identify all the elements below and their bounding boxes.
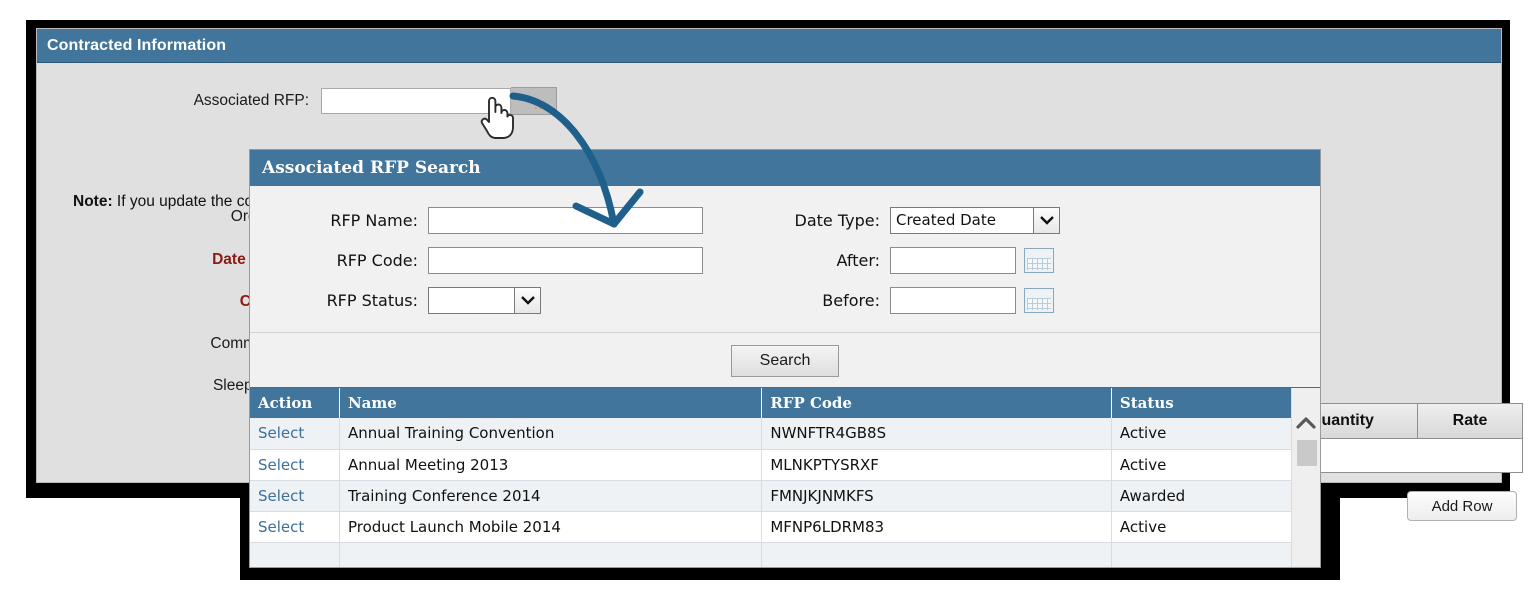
- select-link[interactable]: Select: [250, 480, 340, 512]
- cell-status: [1111, 542, 1320, 567]
- after-date-input[interactable]: [890, 246, 1016, 274]
- search-button-area: Search: [250, 333, 1320, 387]
- add-row-button[interactable]: Add Row: [1407, 491, 1517, 521]
- associated-rfp-search-dialog: Associated RFP Search RFP Name: RFP Code…: [249, 149, 1321, 568]
- before-date-input[interactable]: [890, 286, 1016, 314]
- rfp-status-select[interactable]: [428, 286, 541, 314]
- cell-name: [339, 542, 763, 567]
- rfp-name-label: RFP Name:: [330, 210, 418, 230]
- select-link[interactable]: Select: [250, 449, 340, 481]
- cell-status: Active: [1111, 418, 1320, 450]
- cell-name: Annual Training Convention: [339, 418, 763, 450]
- cell-name: Product Launch Mobile 2014: [339, 511, 763, 543]
- cell-rfp-code: MFNP6LDRM83: [761, 511, 1112, 543]
- rfp-name-row: RFP Name:: [258, 200, 720, 240]
- search-form-right-column: Date Type: Created Date After: Before:: [720, 200, 1320, 320]
- dialog-header: Associated RFP Search: [250, 150, 1320, 186]
- date-type-label: Date Type:: [794, 210, 880, 230]
- select-link[interactable]: Select: [250, 511, 340, 543]
- table-row[interactable]: [250, 542, 1320, 567]
- cell-rfp-code: NWNFTR4GB8S: [761, 418, 1112, 450]
- cell-status: Awarded: [1111, 480, 1320, 512]
- ellipsis-icon: ...: [534, 97, 548, 112]
- after-label: After:: [836, 250, 880, 270]
- column-header-status: Status: [1111, 388, 1320, 418]
- hand-cursor-icon: [480, 96, 514, 139]
- date-type-value: Created Date: [896, 211, 996, 229]
- cell-rfp-code: MLNKPTYSRXF: [761, 449, 1112, 481]
- after-date-row: After:: [720, 240, 1320, 280]
- scrollbar-thumb[interactable]: [1297, 440, 1317, 466]
- cell-status: Active: [1111, 449, 1320, 481]
- calendar-icon[interactable]: [1024, 247, 1054, 273]
- table-row[interactable]: Select Training Conference 2014 FMNJKJNM…: [250, 480, 1320, 512]
- select-link[interactable]: Select: [250, 418, 340, 450]
- rfp-code-label: RFP Code:: [336, 250, 418, 270]
- rfp-status-label: RFP Status:: [326, 290, 418, 310]
- dialog-search-form: RFP Name: RFP Code: RFP Status: Date Typ…: [250, 186, 1320, 333]
- column-header-name: Name: [339, 388, 763, 418]
- results-scrollbar[interactable]: [1291, 388, 1320, 567]
- associated-rfp-label: Associated RFP:: [193, 92, 309, 109]
- cell-rfp-code: [761, 542, 1112, 567]
- table-row[interactable]: Select Product Launch Mobile 2014 MFNP6L…: [250, 511, 1320, 543]
- dialog-title: Associated RFP Search: [262, 158, 481, 178]
- column-header-rfp-code: RFP Code: [761, 388, 1112, 418]
- search-form-left-column: RFP Name: RFP Code: RFP Status:: [250, 200, 720, 320]
- before-label: Before:: [822, 290, 880, 310]
- cell-status: Active: [1111, 511, 1320, 543]
- date-type-row: Date Type: Created Date: [720, 200, 1320, 240]
- rfp-code-input[interactable]: [428, 246, 703, 274]
- select-link[interactable]: [250, 542, 340, 567]
- scroll-up-icon[interactable]: [1292, 416, 1320, 434]
- cell-name: Annual Meeting 2013: [339, 449, 763, 481]
- column-header-rate: Rate: [1452, 412, 1488, 429]
- cell-name: Training Conference 2014: [339, 480, 763, 512]
- before-date-row: Before:: [720, 280, 1320, 320]
- chevron-down-icon: [1033, 207, 1059, 233]
- page-title: Contracted Information: [47, 36, 227, 54]
- results-header-row: Action Name RFP Code Status: [250, 388, 1320, 418]
- chevron-down-icon: [514, 287, 540, 313]
- results-table: Action Name RFP Code Status Select Annua…: [250, 388, 1320, 567]
- panel-header: Contracted Information: [37, 29, 1501, 63]
- table-row[interactable]: Select Annual Meeting 2013 MLNKPTYSRXF A…: [250, 449, 1320, 481]
- associated-rfp-browse-button[interactable]: ...: [511, 87, 557, 115]
- rfp-name-input[interactable]: [428, 206, 703, 234]
- table-row[interactable]: Select Annual Training Convention NWNFTR…: [250, 418, 1320, 450]
- search-results: Action Name RFP Code Status Select Annua…: [250, 387, 1320, 567]
- rfp-status-row: RFP Status:: [258, 280, 720, 320]
- calendar-icon[interactable]: [1024, 287, 1054, 313]
- column-header-action: Action: [250, 388, 340, 418]
- screenshot-root: Contracted Information Associated RFP: .…: [0, 0, 1536, 595]
- search-button[interactable]: Search: [731, 345, 839, 377]
- date-type-select[interactable]: Created Date: [890, 206, 1060, 234]
- cell-rfp-code: FMNJKJNMKFS: [761, 480, 1112, 512]
- rfp-code-row: RFP Code:: [258, 240, 720, 280]
